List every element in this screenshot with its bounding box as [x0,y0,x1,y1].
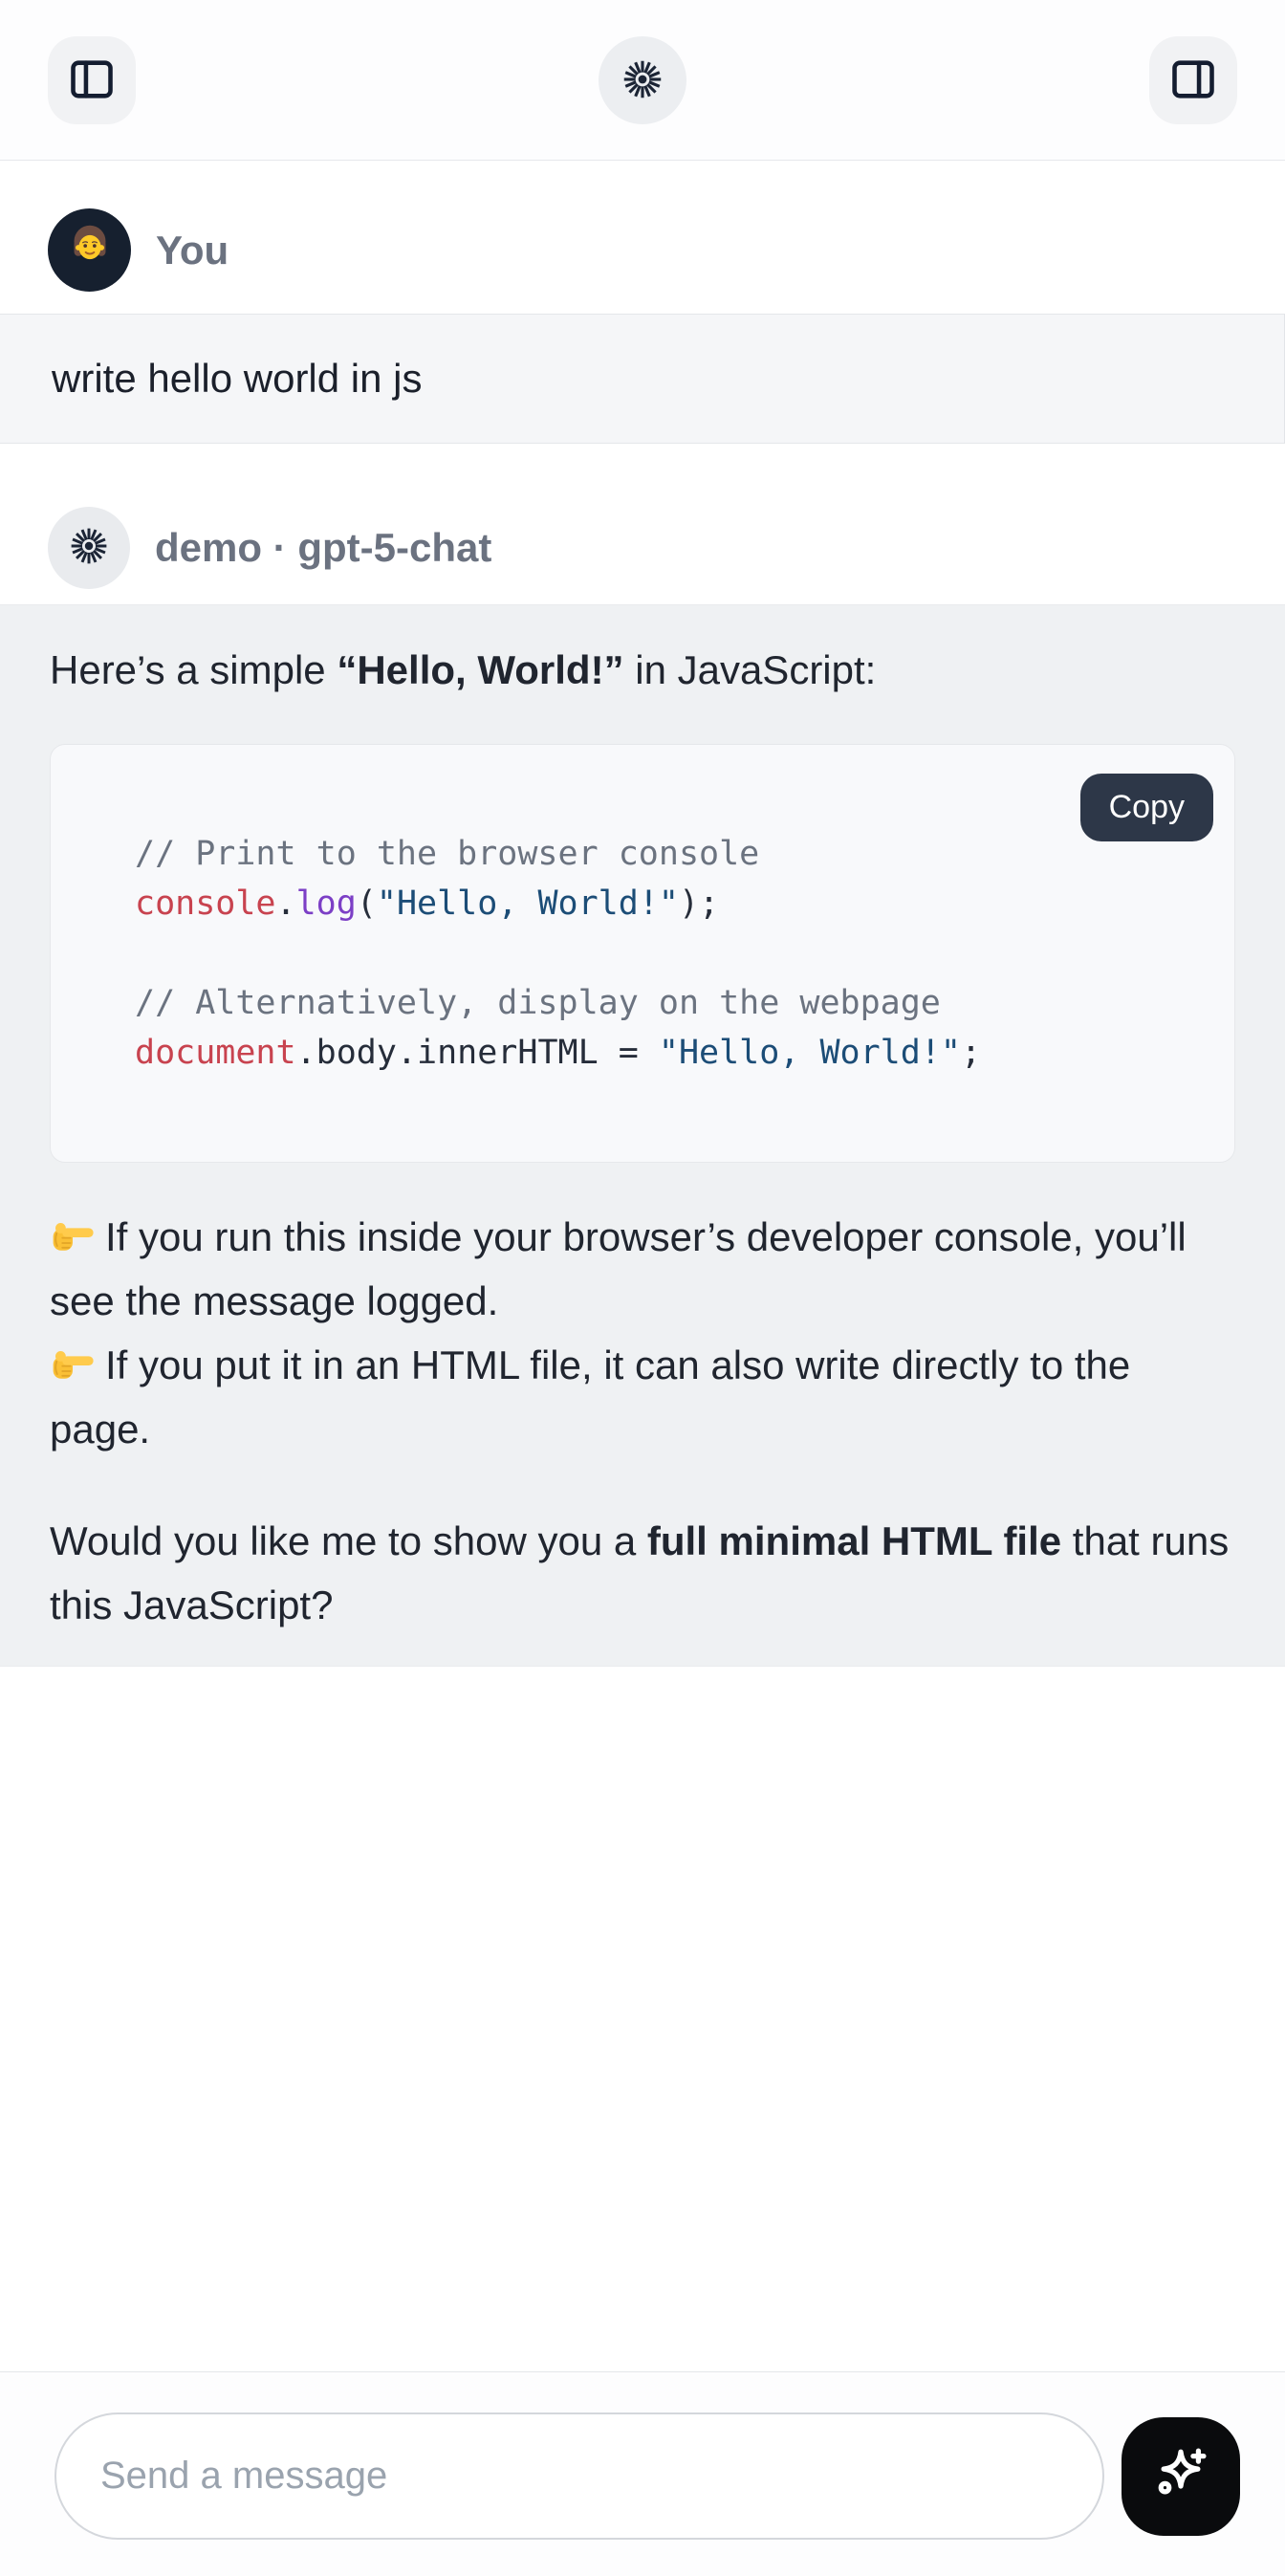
person-emoji-icon [60,218,120,282]
question-text: Would you like me to show you a [50,1518,647,1563]
assistant-message: Here’s a simple “Hello, World!” in JavaS… [0,604,1285,1667]
question-bold-text: full minimal HTML file [647,1518,1061,1563]
code-token: ; [961,1034,981,1072]
code-token: .body.innerHTML = [296,1034,659,1072]
model-button[interactable] [599,36,686,124]
code-token: "Hello, World!" [377,884,679,923]
top-bar [0,0,1285,161]
code-block: Copy // Print to the browser console con… [50,744,1235,1163]
tip-text: see the message logged. [50,1278,498,1323]
starburst-icon [621,58,664,103]
assistant-intro-paragraph: Here’s a simple “Hello, World!” in JavaS… [50,638,1235,702]
sparkle-icon [1149,2444,1212,2510]
tip-text: If you run this inside your browser’s de… [105,1214,1187,1259]
code-comment: // Alternatively, display on the webpage [135,984,941,1022]
code-token: console [135,884,276,923]
copy-code-button[interactable]: Copy [1080,774,1213,841]
assistant-tips-paragraph: If you run this inside your browser’s de… [50,1205,1235,1461]
intro-text-post: in JavaScript: [624,647,877,692]
tip-text: If you put it in an HTML file, it can al… [105,1343,1130,1387]
sidebar-toggle-button[interactable] [48,36,136,124]
pointing-right-icon [50,1209,96,1249]
intro-text: Here’s a simple [50,647,337,692]
intro-bold-text: “Hello, World!” [337,647,623,692]
send-button[interactable] [1122,2417,1240,2536]
user-sender-row: You [0,208,1285,292]
panel-left-icon [67,55,117,107]
code-token: ( [357,884,377,923]
code-token: . [276,884,296,923]
assistant-question-paragraph: Would you like me to show you a full min… [50,1509,1235,1637]
code-token: document [135,1034,296,1072]
code-token: ); [679,884,719,923]
code-token: "Hello, World!" [659,1034,961,1072]
code-content: // Print to the browser console console.… [135,829,1196,1078]
right-panel-toggle-button[interactable] [1149,36,1237,124]
message-input[interactable] [54,2412,1104,2540]
assistant-avatar [48,507,130,589]
code-comment: // Print to the browser console [135,835,759,873]
code-token: log [296,884,357,923]
starburst-icon [69,526,109,571]
composer-bar [0,2371,1285,2576]
user-sender-label: You [156,228,229,273]
tip-text: page. [50,1407,150,1452]
question-text-post: that runs [1061,1518,1229,1563]
user-message: write hello world in js [0,314,1285,444]
user-avatar [48,208,131,292]
assistant-sender-label: demo · gpt-5-chat [155,525,491,571]
panel-right-icon [1168,55,1218,107]
user-message-text: write hello world in js [52,356,422,402]
question-text-line2: this JavaScript? [50,1583,333,1627]
assistant-sender-row: demo · gpt-5-chat [0,507,1285,589]
pointing-right-icon [50,1337,96,1377]
